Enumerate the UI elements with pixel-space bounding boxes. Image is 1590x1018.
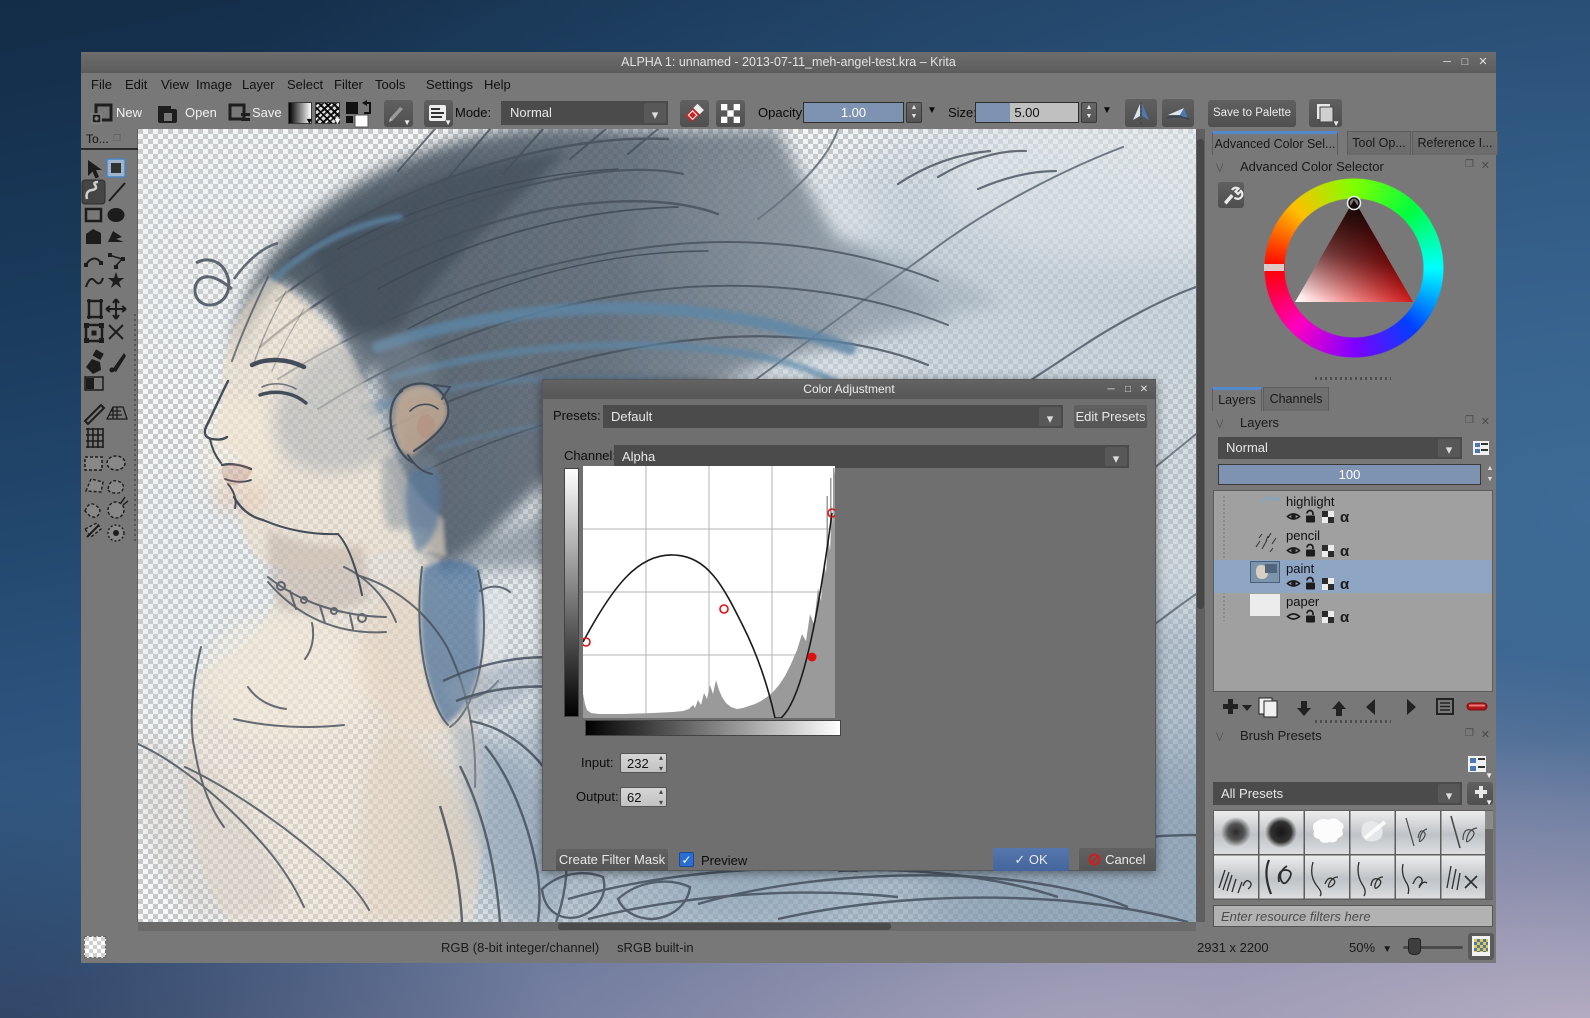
- svg-text:α: α: [1340, 576, 1350, 591]
- svg-text:α: α: [1340, 543, 1350, 558]
- svg-text:α: α: [1340, 609, 1350, 624]
- svg-text:α: α: [1340, 509, 1350, 524]
